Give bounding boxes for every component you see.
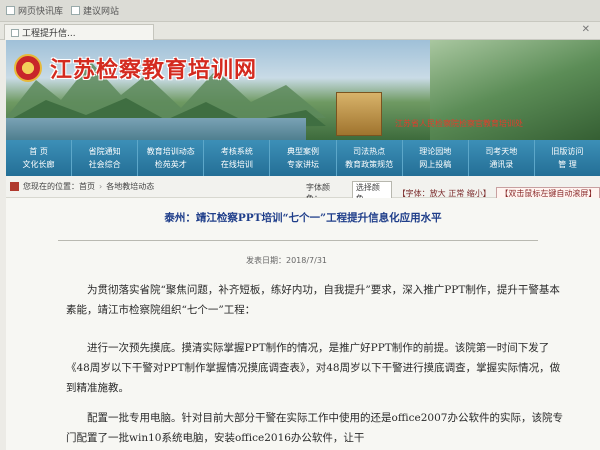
nav-item[interactable]: 司法热点 <box>353 146 385 157</box>
nav-item[interactable]: 教育政策规范 <box>345 159 393 170</box>
books-illustration <box>336 92 382 136</box>
suggested-sites-icon <box>71 6 81 15</box>
nav-column-2: 省院通知 社会综合 <box>72 140 139 176</box>
nav-column-9: 旧版访问 管 理 <box>535 140 600 176</box>
browser-toolbar: 网页快讯库 建议网站 <box>0 0 600 22</box>
main-nav: 首 页 文化长廊 省院通知 社会综合 教育培训动态 检苑英才 考核系统 在线培训… <box>6 140 600 176</box>
title-divider <box>58 240 538 241</box>
nav-item[interactable]: 首 页 <box>29 146 48 157</box>
nav-item[interactable]: 检苑英才 <box>155 159 187 170</box>
article-paragraph: 配置一批专用电脑。针对目前大部分干警在实际工作中使用的还是office2007办… <box>66 412 563 444</box>
publish-date: 发表日期：2018/7/31 <box>246 256 328 265</box>
window-controls: ✕ <box>582 24 590 35</box>
procuratorate-emblem-icon <box>14 54 42 82</box>
nav-item[interactable]: 典型案例 <box>287 146 319 157</box>
breadcrumb-separator: › <box>99 182 103 191</box>
breadcrumb-home[interactable]: 首页 <box>79 181 95 192</box>
nav-column-8: 司考天地 通讯录 <box>469 140 535 176</box>
site-title: 江苏检察教育培训网 <box>50 57 258 83</box>
browser-tab[interactable]: 工程提升信... <box>4 24 154 40</box>
suggested-sites-link[interactable]: 建议网站 <box>71 4 119 17</box>
nav-item[interactable]: 司考天地 <box>485 146 517 157</box>
nav-item[interactable]: 理论园地 <box>419 146 451 157</box>
favorites-link[interactable]: 网页快讯库 <box>6 4 63 17</box>
close-icon[interactable]: ✕ <box>582 24 590 35</box>
nav-item[interactable]: 专家讲坛 <box>287 159 319 170</box>
nav-column-7: 理论园地 网上投稿 <box>403 140 469 176</box>
location-icon <box>10 182 19 191</box>
tab-bar: 工程提升信... <box>0 22 600 40</box>
nav-item[interactable]: 省院通知 <box>89 146 121 157</box>
nav-item[interactable]: 通讯录 <box>489 159 513 170</box>
breadcrumb-prefix: 您现在的位置： <box>23 182 79 191</box>
tab-title: 工程提升信... <box>22 29 76 39</box>
nav-column-3: 教育培训动态 检苑英才 <box>138 140 205 176</box>
nav-item[interactable]: 网上投稿 <box>419 159 451 170</box>
article-body: 泰州：靖江检察PPT培训“七个一”工程提升信息化应用水平 发表日期：2018/7… <box>6 198 600 450</box>
nav-item[interactable]: 社会综合 <box>89 159 121 170</box>
article-paragraph: 进行一次预先摸底。摸清实际掌握PPT制作的情况，是推广好PPT制作的前提。该院第… <box>66 342 561 394</box>
nav-column-6: 司法热点 教育政策规范 <box>337 140 403 176</box>
breadcrumb-section[interactable]: 各地教培动态 <box>106 181 154 192</box>
breadcrumb-bar: 您现在的位置： 首页 › 各地教培动态 字体颜色： 选择颜色 【字体：放大 正常… <box>6 176 600 205</box>
favorites-icon <box>6 6 15 15</box>
favorites-label: 网页快讯库 <box>18 7 64 17</box>
nav-item[interactable]: 管 理 <box>558 159 577 170</box>
nav-column-5: 典型案例 专家讲坛 <box>270 140 337 176</box>
nav-column-1: 首 页 文化长廊 <box>6 140 73 176</box>
banner-slogan: 江苏省人民检察院检察官教育培训处 <box>395 119 523 128</box>
article-title: 泰州：靖江检察PPT培训“七个一”工程提升信息化应用水平 <box>164 212 442 224</box>
article-paragraph: 为贯彻落实省院“聚焦问题，补齐短板，练好内功，自我提升”要求，深入推广PPT制作… <box>66 284 560 316</box>
nav-item[interactable]: 考核系统 <box>221 146 253 157</box>
river <box>6 118 306 140</box>
nav-item[interactable]: 教育培训动态 <box>147 146 195 157</box>
nav-item[interactable]: 文化长廊 <box>23 159 55 170</box>
nav-column-4: 考核系统 在线培训 <box>204 140 271 176</box>
nav-item[interactable]: 在线培训 <box>221 159 253 170</box>
suggested-sites-label: 建议网站 <box>83 7 120 17</box>
font-size-controls[interactable]: 【字体：放大 正常 缩小】 <box>398 188 491 199</box>
page-icon <box>11 28 19 37</box>
nav-item[interactable]: 旧版访问 <box>551 146 583 157</box>
